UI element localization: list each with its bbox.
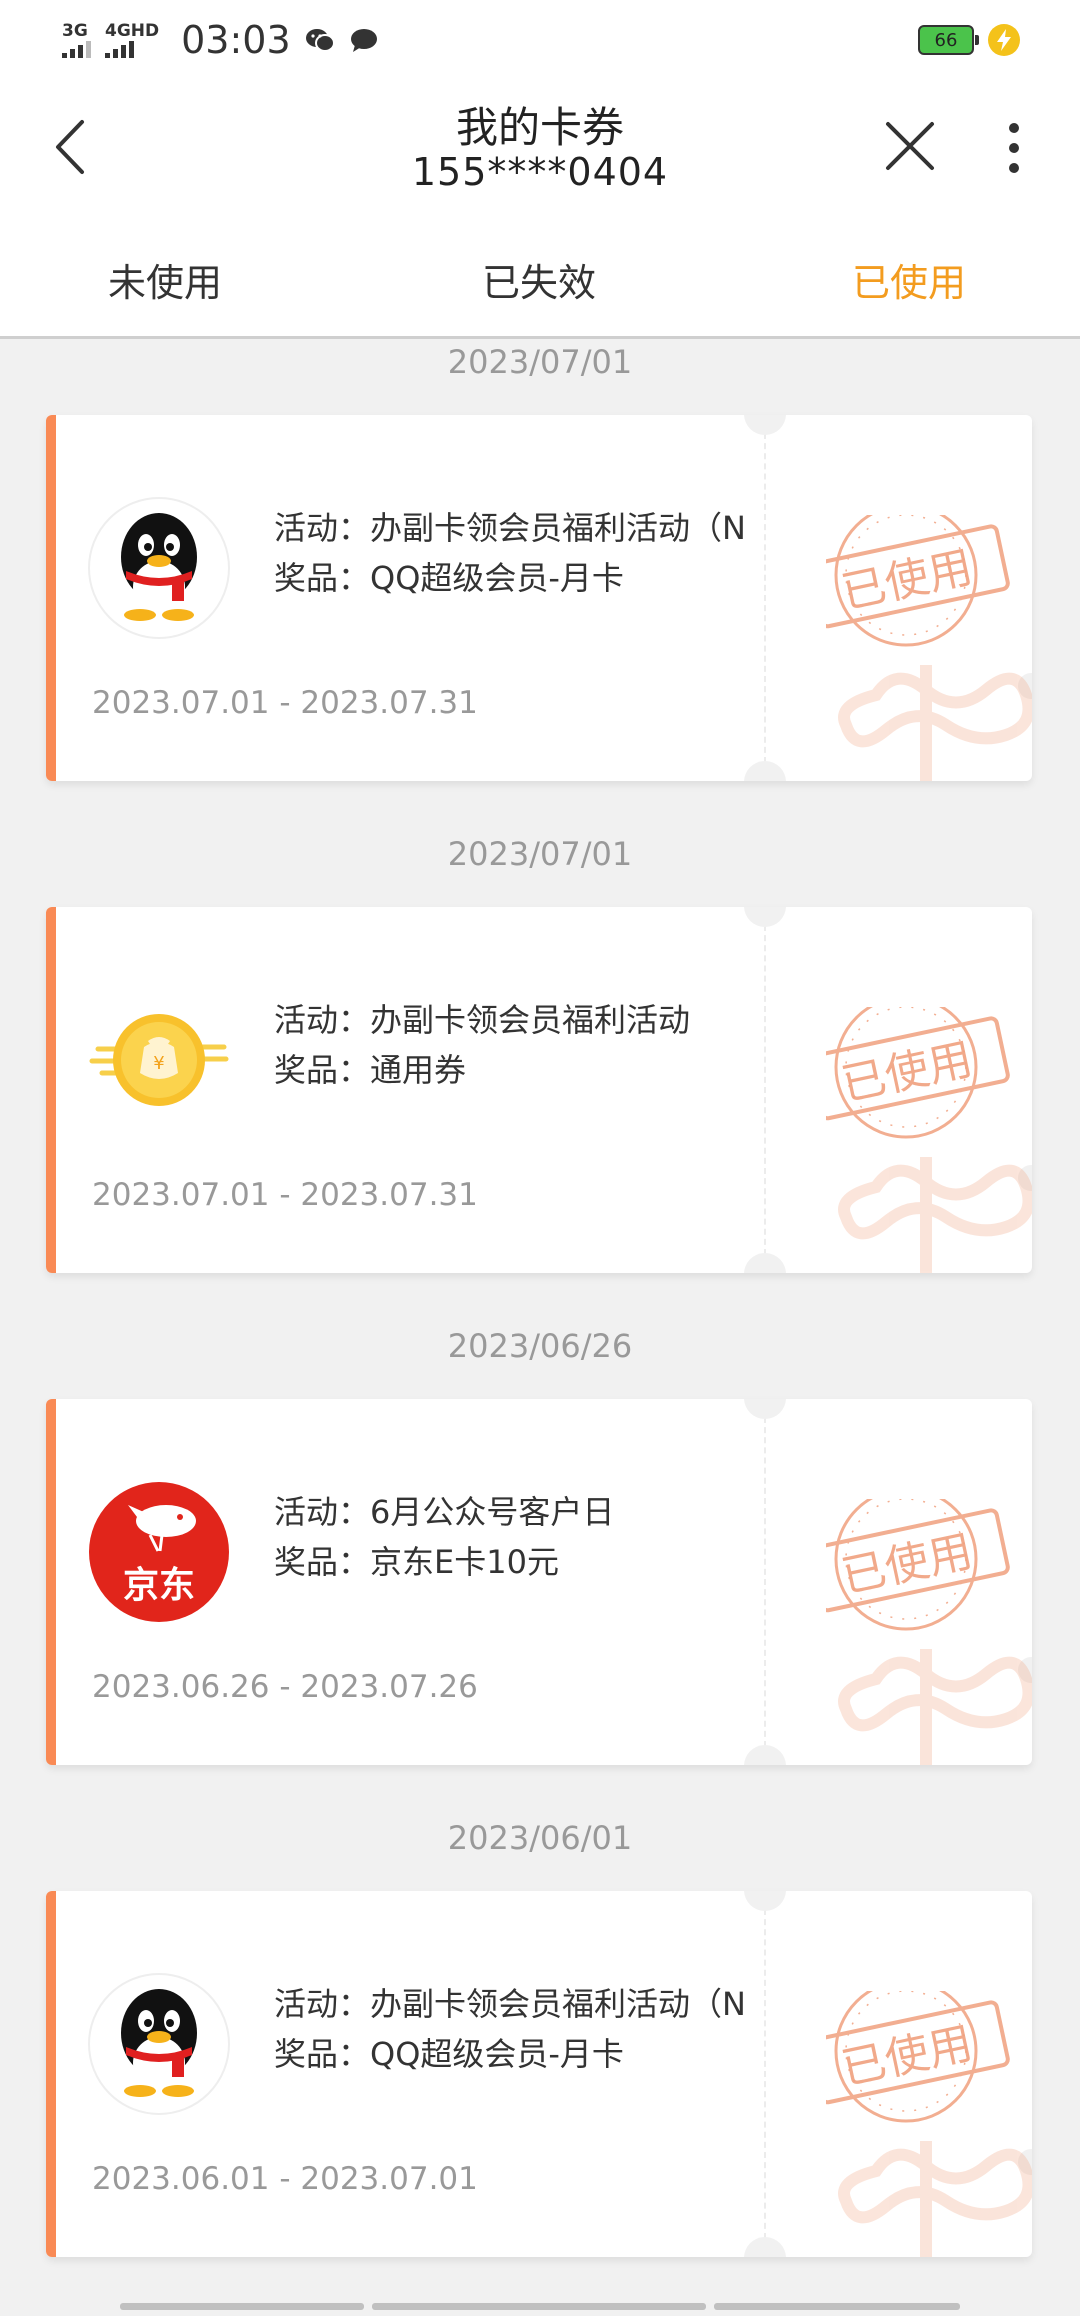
coupon-date: 2023/07/01 — [447, 835, 633, 873]
svg-text:¥: ¥ — [153, 1053, 164, 1074]
coupon-card[interactable]: 京东 活动：6月公众号客户日 奖品：京东E卡10元 2023.06.26 - 2… — [46, 1399, 1032, 1765]
message-bubble-icon — [350, 29, 377, 52]
card-accent-bar — [46, 907, 56, 1273]
charging-icon — [988, 24, 1020, 56]
tab-used[interactable]: 已使用 — [852, 252, 966, 307]
coupon-validity: 2023.06.26 - 2023.07.26 — [92, 1669, 478, 1705]
coupon-prize: 奖品：京东E卡10元 — [274, 1543, 559, 1581]
tab-expired[interactable]: 已失效 — [482, 252, 596, 307]
coupon-date: 2023/06/26 — [447, 1327, 633, 1365]
card-notch — [744, 1399, 786, 1419]
coupon-date: 2023/07/01 — [447, 343, 633, 381]
coupon-activity: 活动：办副卡领会员福利活动（N — [274, 1985, 746, 2023]
card-accent-bar — [46, 415, 56, 781]
coupon-card[interactable]: 活动：办副卡领会员福利活动（N 奖品：QQ超级会员-月卡 2023.06.01 … — [46, 1891, 1032, 2257]
coupon-validity: 2023.07.01 - 2023.07.31 — [92, 1177, 478, 1213]
coupon-activity: 活动：办副卡领会员福利活动（N — [274, 509, 746, 547]
coupon-card[interactable]: ¥ 活动：办副卡领会员福利活动 奖品：通用券 2023.07.01 - 2023… — [46, 907, 1032, 1273]
card-notch — [744, 415, 786, 435]
used-stamp-icon: 已使用 — [826, 1499, 1032, 1765]
coupon-activity: 活动：办副卡领会员福利活动 — [274, 1001, 691, 1039]
bottom-scroll-indicator — [120, 2303, 960, 2310]
card-notch — [744, 1253, 786, 1273]
battery-icon: 66 — [918, 25, 979, 55]
qq-penguin-icon — [88, 1973, 230, 2115]
coupon-validity: 2023.06.01 - 2023.07.01 — [92, 2161, 478, 2197]
coupon-list: 2023/07/01 活动：办副卡领会员福利活动（N 奖品：QQ超级会员-月卡 … — [0, 339, 1080, 2316]
coupon-validity: 2023.07.01 - 2023.07.31 — [92, 685, 478, 721]
card-notch — [744, 907, 786, 927]
close-icon[interactable] — [884, 120, 936, 172]
more-options-icon[interactable] — [1002, 118, 1026, 178]
used-stamp-icon: 已使用 — [826, 1007, 1032, 1273]
qq-penguin-icon — [88, 497, 230, 639]
app-header: 我的卡券 155****0404 — [0, 80, 1080, 230]
card-notch — [744, 1891, 786, 1911]
coupon-prize: 奖品：QQ超级会员-月卡 — [274, 559, 624, 597]
jd-logo-text: 京东 — [123, 1564, 195, 1606]
used-stamp-icon: 已使用 — [826, 515, 1032, 781]
signal-4g-icon: 4GHD — [105, 22, 159, 58]
wechat-icon — [305, 29, 335, 52]
coupon-card[interactable]: 活动：办副卡领会员福利活动（N 奖品：QQ超级会员-月卡 2023.07.01 … — [46, 415, 1032, 781]
card-notch — [744, 761, 786, 781]
signal-4g-label: 4GHD — [105, 21, 160, 41]
signal-3g-icon: 3G — [62, 22, 91, 58]
coupon-date: 2023/06/01 — [447, 1819, 633, 1857]
status-time: 03:03 — [181, 18, 291, 62]
card-notch — [744, 2237, 786, 2257]
used-stamp-icon: 已使用 — [826, 1991, 1032, 2257]
money-bag-coin-icon: ¥ — [89, 1014, 229, 1106]
card-accent-bar — [46, 1399, 56, 1765]
tab-unused[interactable]: 未使用 — [108, 252, 222, 307]
card-notch — [744, 1745, 786, 1765]
card-accent-bar — [46, 1891, 56, 2257]
coupon-prize: 奖品：QQ超级会员-月卡 — [274, 2035, 624, 2073]
jd-logo-icon: 京东 — [89, 1482, 229, 1622]
battery-level: 66 — [934, 29, 958, 51]
tab-bar: 未使用 已失效 已使用 — [0, 230, 1080, 339]
signal-3g-label: 3G — [62, 21, 88, 41]
coupon-prize: 奖品：通用券 — [274, 1051, 467, 1089]
status-bar: 3G 4GHD 03:03 66 — [0, 0, 1080, 80]
coupon-activity: 活动：6月公众号客户日 — [274, 1493, 615, 1531]
